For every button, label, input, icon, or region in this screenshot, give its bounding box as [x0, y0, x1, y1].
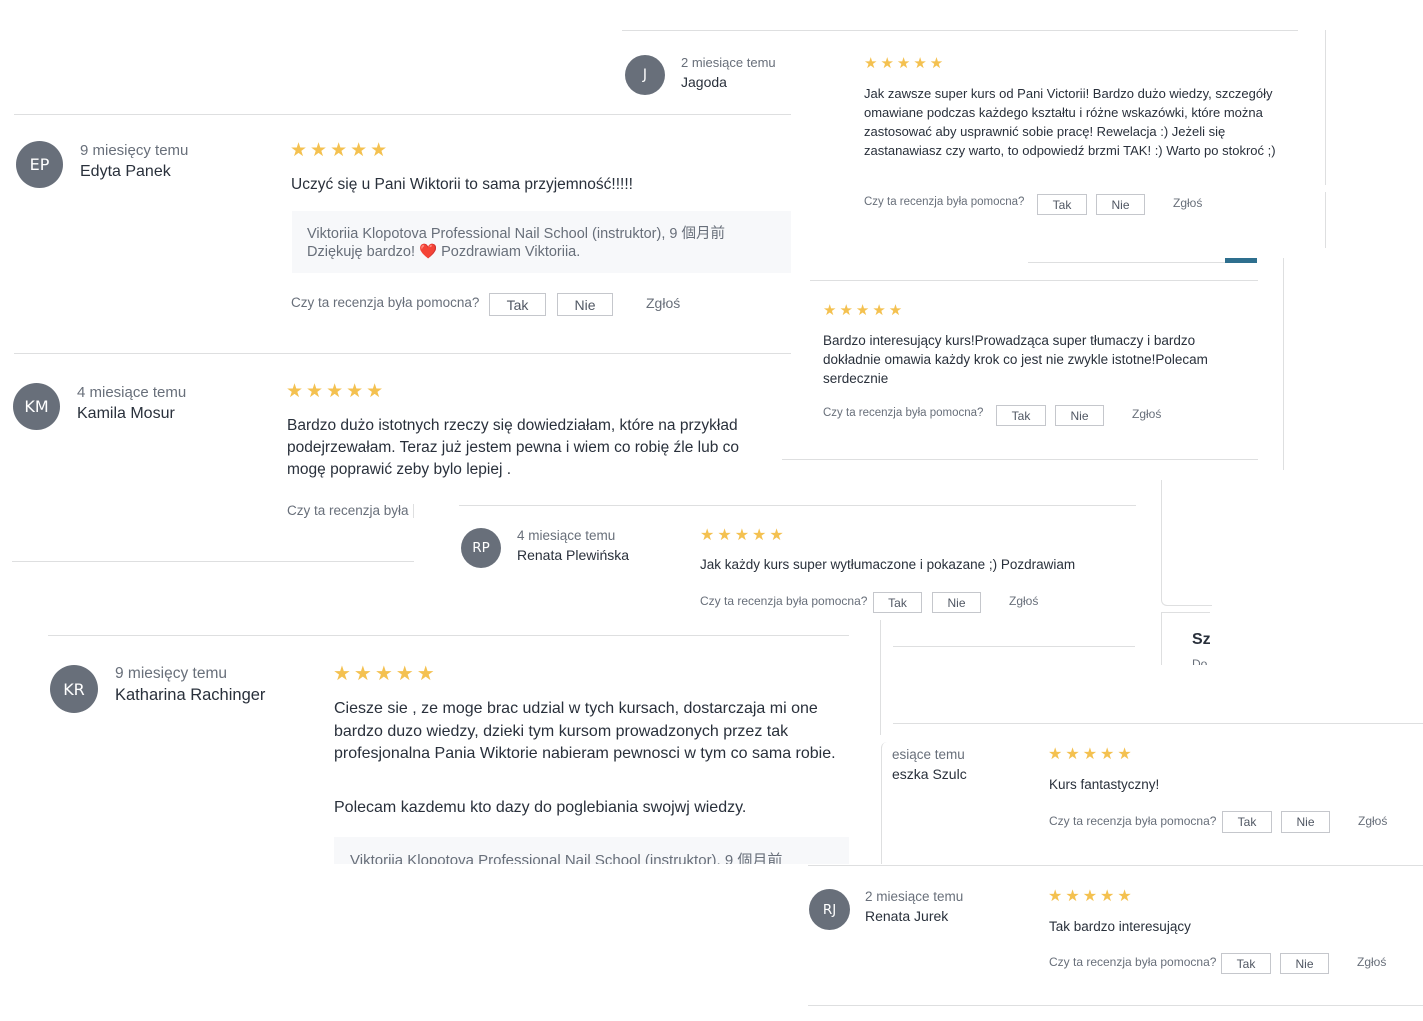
rating-stars: ★★★★★: [333, 663, 438, 685]
divider: [808, 1005, 1423, 1006]
yes-button[interactable]: Tak: [1222, 811, 1272, 833]
divider: [12, 561, 414, 562]
review-date: esiące temu: [892, 747, 965, 762]
review-card-renata-p: RP 4 miesiące temu Renata Plewińska ★★★★…: [459, 506, 1136, 614]
review-text-kamila: Bardzo dużo istotnych rzeczy się dowiedz…: [287, 417, 740, 478]
panel-edge: [880, 620, 881, 735]
fragment-sub: Do: [1192, 657, 1208, 665]
report-link[interactable]: Zgłoś: [1132, 407, 1161, 421]
yes-button[interactable]: Tak: [1221, 953, 1271, 974]
report-link[interactable]: Zgłoś: [1358, 814, 1387, 828]
review-text: Tak bardzo interesujący: [1049, 919, 1191, 934]
no-button[interactable]: Nie: [1280, 953, 1329, 974]
yes-button[interactable]: Tak: [1037, 194, 1087, 215]
reviewer-name: Renata Jurek: [865, 908, 949, 924]
avatar: EP: [16, 141, 63, 188]
review-text: Ciesze sie , ze moge brac udzial w tych …: [334, 700, 836, 762]
reviewer-name: Kamila Mosur: [77, 405, 175, 422]
review-card-katharina: KR 9 miesięcy temu Katharina Rachinger ★…: [48, 636, 849, 864]
review-card-jagoda-content: ★★★★★ Jak zawsze super kurs od Pani Vict…: [848, 36, 1308, 246]
panel-edge: [1283, 258, 1284, 470]
instructor-reply: Viktoriia Klopotova Professional Nail Sc…: [292, 211, 791, 273]
rating-stars: ★★★★★: [700, 527, 787, 544]
yes-button[interactable]: Tak: [996, 405, 1046, 426]
report-link[interactable]: Zgłoś: [1009, 594, 1038, 608]
reviewer-name: eszka Szulc: [892, 766, 967, 782]
reviewer-name: Jagoda: [681, 74, 727, 90]
helpful-question: Czy ta recenzja była pomocna?: [823, 407, 984, 419]
reply-text: Dziękuję bardzo! ❤️ Pozdrawiam Viktoriia…: [307, 243, 580, 260]
review-date: 4 miesiące temu: [517, 528, 616, 543]
panel-edge: [1325, 30, 1326, 185]
review-text: Uczyć się u Pani Wiktorii to sama przyje…: [291, 176, 633, 193]
heart-icon: ❤️: [419, 244, 438, 260]
instructor-reply: Viktoriia Klopotova Professional Nail Sc…: [334, 837, 849, 864]
review-date: 2 miesiące temu: [865, 889, 964, 904]
helpful-question: Czy ta recenzja była pomocna?: [700, 594, 868, 608]
panel-edge: [1325, 192, 1326, 248]
helpful-question: Czy ta recenzja była pomocna?: [1049, 955, 1217, 969]
review-card-jagoda-header: J 2 miesiące temu Jagoda: [622, 30, 794, 120]
divider: [893, 646, 1135, 647]
review-card-edyta: EP 9 miesięcy temu Edyta Panek ★★★★★ Ucz…: [14, 115, 791, 353]
review-text: Jak zawsze super kurs od Pani Victorii! …: [864, 86, 1276, 158]
review-text-2: Polecam kazdemu kto dazy do poglebiania …: [334, 799, 747, 816]
report-link[interactable]: Zgłoś: [1173, 196, 1202, 210]
no-button[interactable]: Nie: [557, 293, 613, 316]
reply-header: Viktoriia Klopotova Professional Nail Sc…: [307, 226, 725, 242]
fragment-heading: Sz: [1192, 631, 1210, 648]
review-text: Jak każdy kurs super wytłumaczone i poka…: [700, 557, 1076, 572]
reply-header: Viktoriia Klopotova Professional Nail Sc…: [350, 852, 783, 864]
divider: [413, 504, 414, 518]
divider: [622, 30, 1298, 31]
review-date: 9 miesięcy temu: [80, 142, 189, 159]
reviewer-name: Renata Plewińska: [517, 547, 630, 563]
reviewer-name: Katharina Rachinger: [115, 686, 266, 704]
divider: [893, 723, 1423, 724]
search-field-edge: [1028, 262, 1225, 263]
divider: [782, 459, 1258, 460]
rating-stars: ★★★★★: [1048, 746, 1135, 763]
helpful-question: Czy ta recenzja była: [287, 503, 409, 518]
review-text: Kurs fantastyczny!: [1049, 777, 1160, 792]
rating-stars: ★★★★★: [286, 381, 387, 402]
avatar: RJ: [809, 889, 850, 930]
review-card-renata-j: RJ 2 miesiące temu Renata Jurek ★★★★★ Ta…: [808, 866, 1423, 1005]
no-button[interactable]: Nie: [932, 592, 981, 613]
rating-stars: ★★★★★: [864, 55, 947, 72]
rating-stars: ★★★★★: [823, 302, 906, 319]
search-button-edge[interactable]: [1225, 258, 1257, 263]
no-button[interactable]: Nie: [1096, 194, 1145, 215]
rating-stars: ★★★★★: [290, 140, 391, 161]
avatar: KM: [13, 383, 60, 430]
yes-button[interactable]: Tak: [489, 293, 546, 316]
no-button[interactable]: Nie: [1281, 811, 1330, 833]
avatar: RP: [461, 528, 501, 568]
sidebar-fragment-box: Sz Do: [1161, 612, 1210, 665]
reviewer-name: Edyta Panek: [80, 163, 171, 180]
no-button[interactable]: Nie: [1055, 405, 1104, 426]
report-link[interactable]: Zgłoś: [646, 295, 680, 311]
helpful-question: Czy ta recenzja była pomocna?: [291, 295, 480, 310]
helpful-question: Czy ta recenzja była pomocna?: [1049, 814, 1217, 828]
avatar: J: [625, 55, 665, 95]
report-link[interactable]: Zgłoś: [1357, 955, 1386, 969]
avatar: KR: [50, 665, 98, 713]
review-card-szulc: esiące temu eszka Szulc ★★★★★ Kurs fanta…: [881, 742, 1423, 864]
review-date: 9 miesięcy temu: [115, 665, 227, 682]
reply-signature: Pozdrawiam Viktoriia.: [441, 244, 581, 260]
rating-stars: ★★★★★: [1048, 888, 1135, 905]
review-date: 2 miesiące temu: [681, 55, 776, 70]
sidebar-fragment: [1161, 480, 1212, 606]
helpful-question: Czy ta recenzja była pomocna?: [864, 196, 1025, 208]
yes-button[interactable]: Tak: [873, 592, 922, 613]
review-card-anon: ★★★★★ Bardzo interesujący kurs!Prowadząc…: [810, 281, 1258, 458]
review-date: 4 miesiące temu: [77, 384, 187, 401]
review-text: Bardzo interesujący kurs!Prowadząca supe…: [823, 333, 1208, 386]
reply-message: Dziękuję bardzo!: [307, 244, 415, 260]
